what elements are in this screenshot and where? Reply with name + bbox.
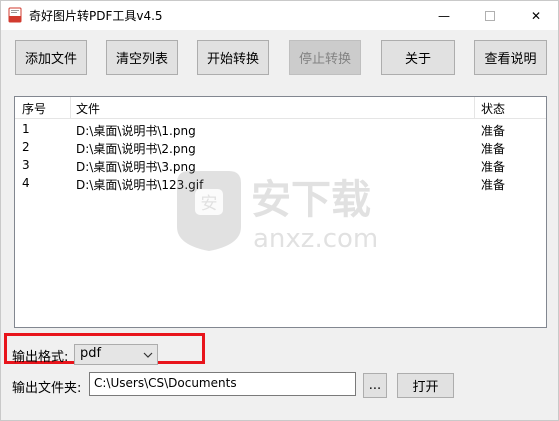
add-files-button[interactable]: 添加文件: [15, 40, 87, 75]
column-divider[interactable]: [474, 97, 475, 119]
watermark-brand: 安下载: [251, 177, 371, 223]
app-window: 奇好图片转PDF工具v4.5 — ✕ 添加文件 清空列表 开始转换 停止转换 关…: [0, 0, 559, 421]
list-header: 序号 文件 状态: [15, 97, 546, 119]
about-button[interactable]: 关于: [381, 40, 455, 75]
row-index: 4: [22, 176, 30, 190]
row-status: 准备: [481, 124, 506, 138]
clear-list-button[interactable]: 清空列表: [106, 40, 178, 75]
window-title: 奇好图片转PDF工具v4.5: [29, 9, 163, 23]
list-item[interactable]: 1 D:\桌面\说明书\1.png 准备: [15, 121, 546, 139]
maximize-icon[interactable]: [467, 1, 513, 30]
close-icon[interactable]: ✕: [513, 1, 559, 30]
row-file-path: D:\桌面\说明书\1.png: [76, 124, 196, 138]
watermark-domain: anxz.com: [253, 224, 378, 254]
column-header-file[interactable]: 文件: [76, 100, 100, 117]
row-index: 2: [22, 140, 30, 154]
pdf-app-icon: [7, 7, 23, 23]
watermark-icon-glyph: 安: [201, 194, 218, 214]
output-format-select[interactable]: pdf: [74, 344, 158, 365]
row-index: 3: [22, 158, 30, 172]
watermark-logo: 安 安下载 anxz.com: [173, 165, 393, 255]
row-status: 准备: [481, 160, 506, 174]
column-header-index[interactable]: 序号: [22, 100, 46, 117]
column-header-status[interactable]: 状态: [481, 100, 505, 117]
output-format-label: 输出格式:: [12, 350, 69, 365]
stop-convert-button[interactable]: 停止转换: [289, 40, 361, 75]
view-help-button[interactable]: 查看说明: [474, 40, 547, 75]
chevron-down-icon: [143, 349, 153, 359]
output-folder-label: 输出文件夹:: [12, 381, 82, 396]
title-bar: 奇好图片转PDF工具v4.5 — ✕: [1, 1, 558, 30]
row-file-path: D:\桌面\说明书\2.png: [76, 142, 196, 156]
open-folder-button[interactable]: 打开: [397, 373, 454, 398]
output-folder-field[interactable]: C:\Users\CS\Documents: [89, 372, 356, 396]
row-index: 1: [22, 122, 30, 136]
column-divider[interactable]: [70, 97, 71, 119]
list-item[interactable]: 2 D:\桌面\说明书\2.png 准备: [15, 139, 546, 157]
row-status: 准备: [481, 178, 506, 192]
minimize-icon[interactable]: —: [421, 1, 467, 30]
output-format-value: pdf: [80, 346, 102, 361]
output-folder-value: C:\Users\CS\Documents: [94, 376, 237, 390]
row-status: 准备: [481, 142, 506, 156]
start-convert-button[interactable]: 开始转换: [197, 40, 269, 75]
browse-button[interactable]: ...: [363, 373, 387, 398]
